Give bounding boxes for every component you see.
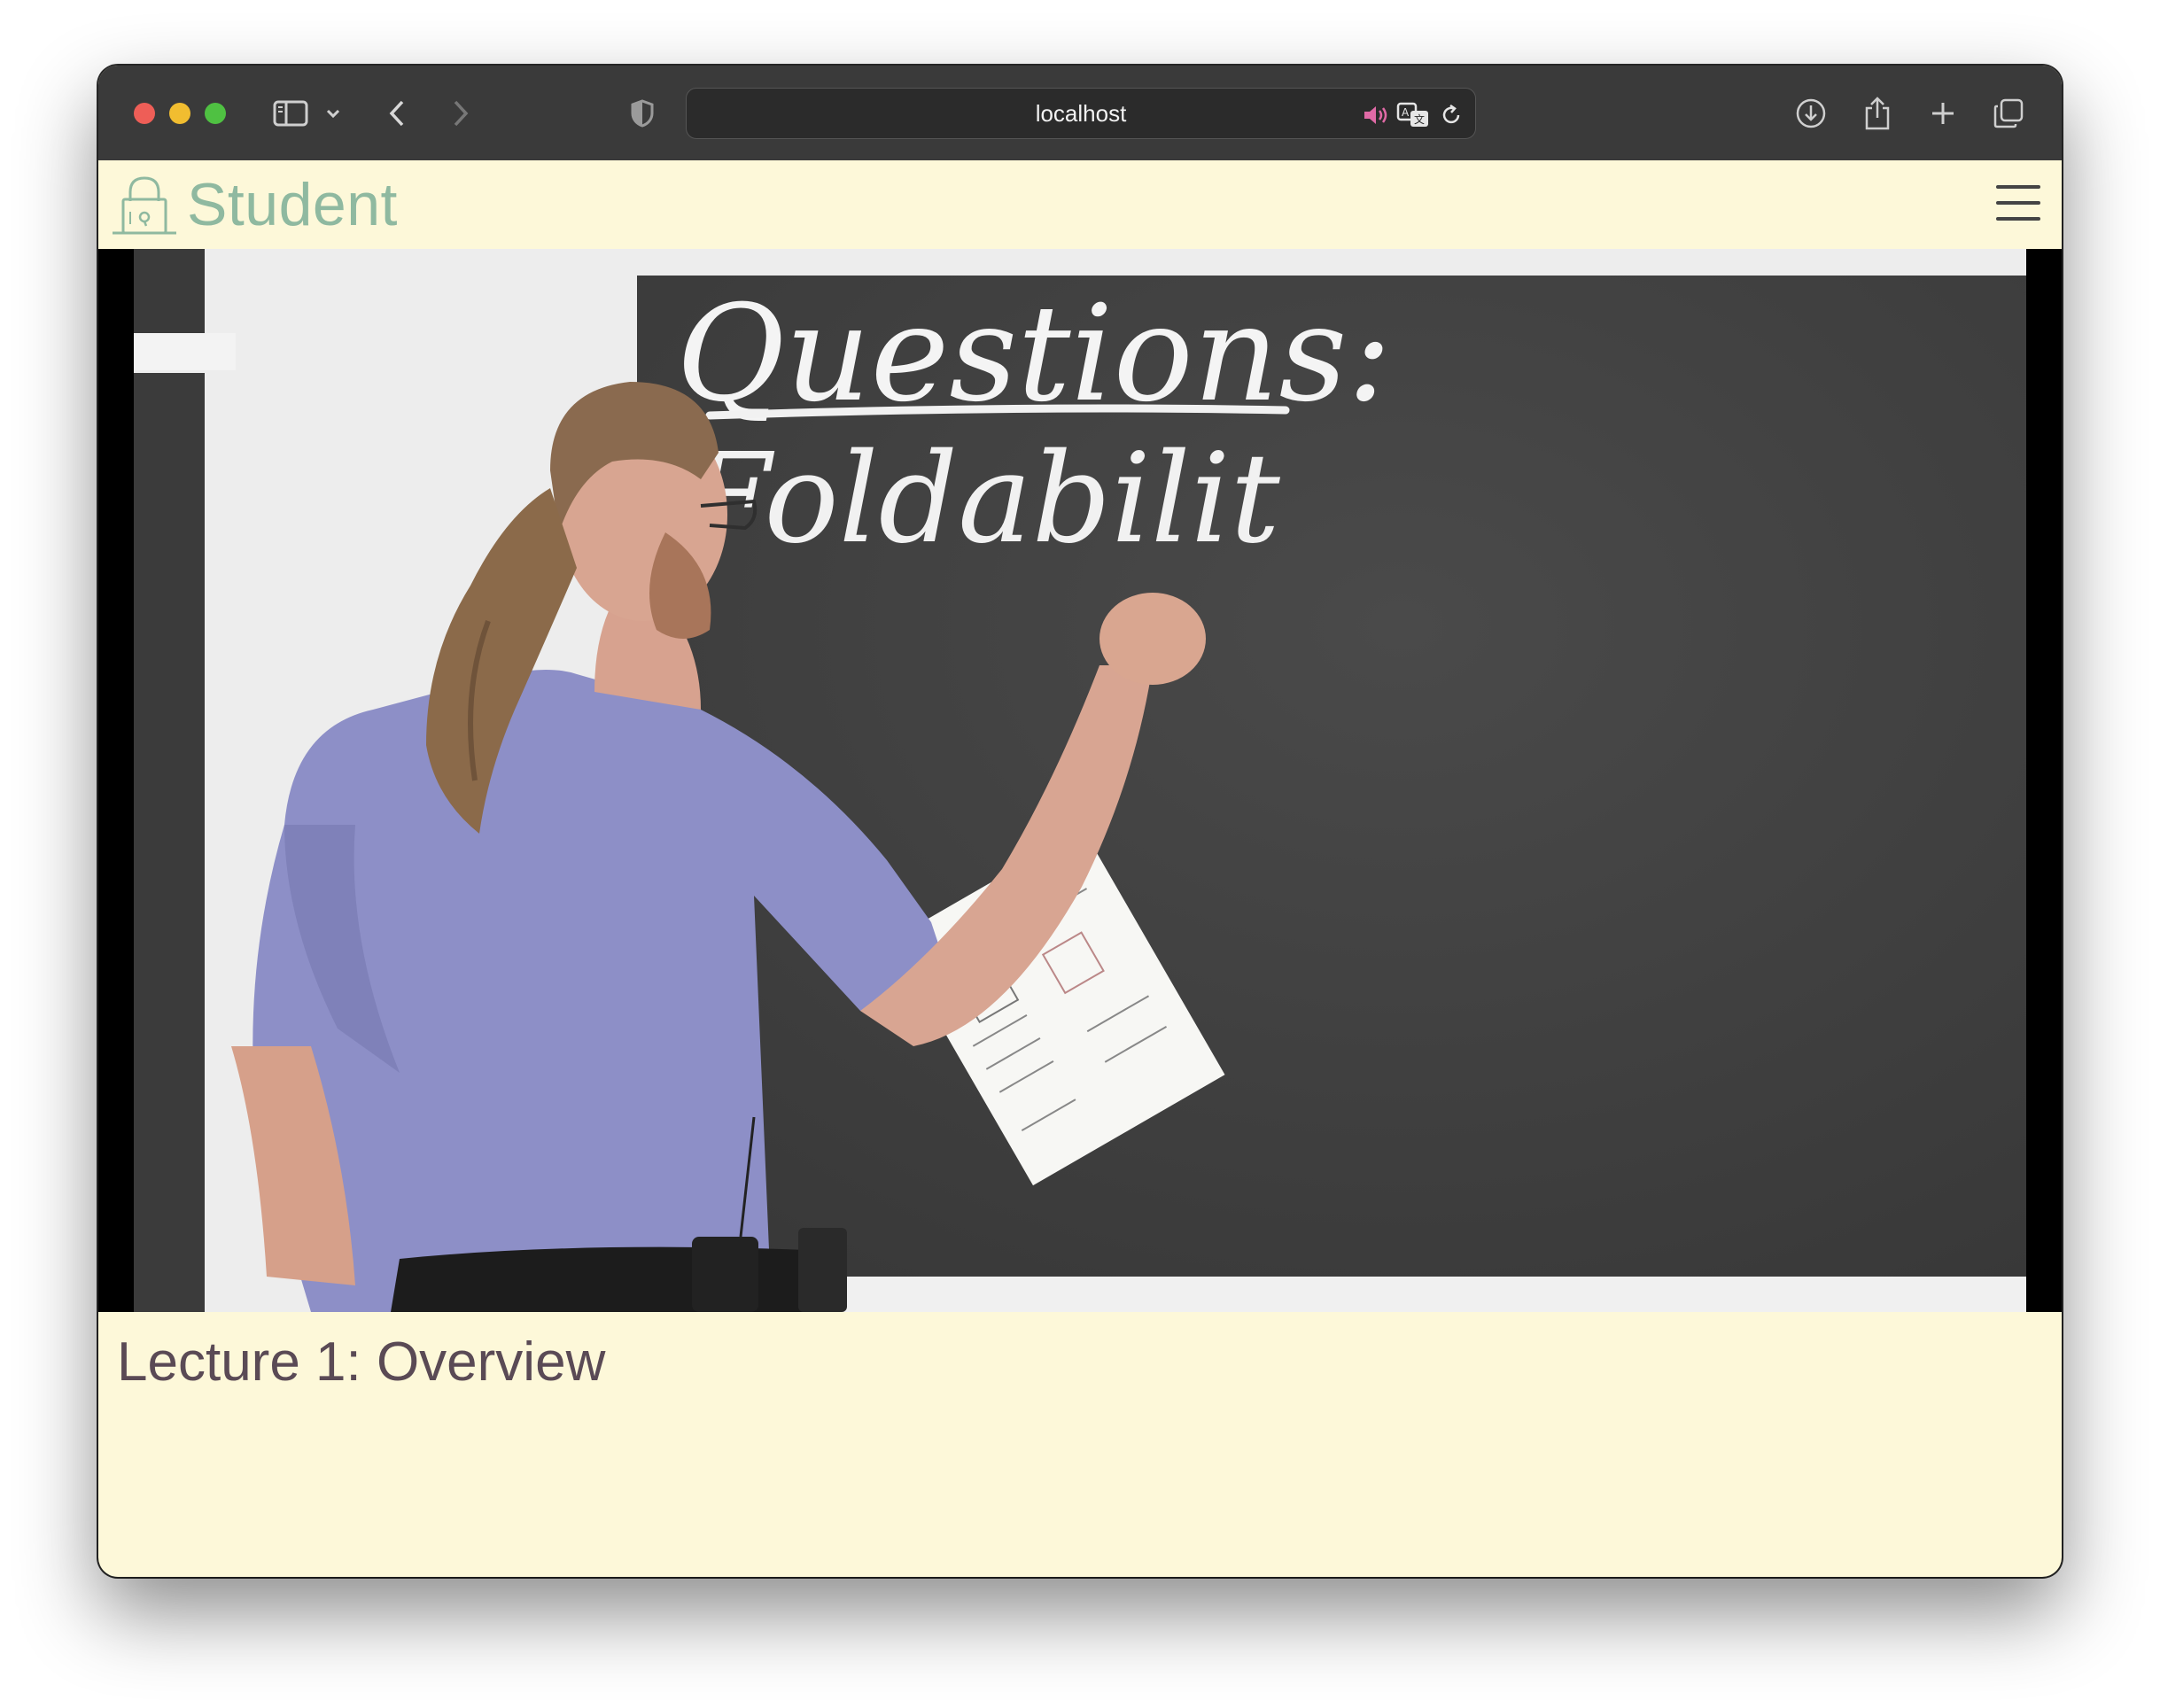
board-text-foldability: Foldabilit [682,427,1281,571]
shield-icon[interactable] [627,92,657,135]
browser-window: localhost A文 Student Questions: Foldabil… [98,66,2062,1577]
lecture-title: Lecture 1: Overview [117,1331,606,1393]
tabs-icon[interactable] [1991,92,2026,135]
share-icon[interactable] [1860,92,1895,135]
url-text: localhost [1035,100,1127,127]
reload-icon[interactable] [1438,94,1465,136]
video-frame[interactable]: Questions: Foldabilit [134,249,2026,1312]
menu-icon[interactable] [1996,183,2040,222]
download-icon[interactable] [1793,92,1829,135]
svg-text:文: 文 [1414,113,1425,126]
plus-icon[interactable] [1927,92,1959,135]
lock-icon [111,175,178,243]
maximize-window-button[interactable] [205,103,226,124]
translate-icon[interactable]: A文 [1395,94,1431,136]
address-bar[interactable]: localhost A文 [686,88,1476,139]
chevron-down-icon[interactable] [323,92,343,135]
minimize-window-button[interactable] [169,103,190,124]
browser-toolbar: localhost A文 [98,66,2062,161]
svg-text:A: A [1402,106,1410,119]
close-window-button[interactable] [134,103,155,124]
forward-icon[interactable] [447,92,474,135]
video-image: Questions: Foldabilit [134,249,2026,1312]
back-icon[interactable] [384,92,410,135]
sidebar-icon[interactable] [271,92,310,135]
app-header: Student [98,160,2062,249]
brand-name[interactable]: Student [187,173,398,237]
speaker-icon[interactable] [1360,94,1392,136]
video-player[interactable]: Questions: Foldabilit [98,249,2062,1312]
